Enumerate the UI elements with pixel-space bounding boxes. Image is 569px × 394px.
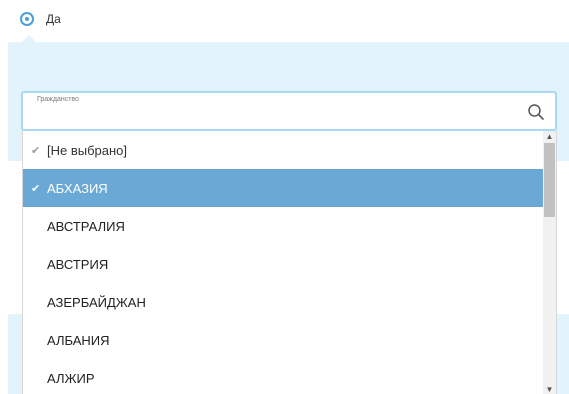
list-item[interactable]: АЛЖИР [23,359,544,394]
list-item[interactable]: АВСТРИЯ [23,245,544,283]
search-icon[interactable] [527,103,545,121]
list-item[interactable]: ✔ АБХАЗИЯ [23,169,544,207]
radio-yes[interactable]: Да [20,9,61,29]
option-label: АЛЖИР [47,370,95,386]
citizenship-field[interactable]: Гражданство [21,91,557,131]
option-label: АБХАЗИЯ [47,180,108,196]
option-label: АВСТРАЛИЯ [47,218,125,234]
scroll-down-icon[interactable]: ▼ [543,385,556,394]
option-label: [Не выбрано] [47,142,128,158]
citizenship-dropdown-list[interactable]: ✔ [Не выбрано] ✔ АБХАЗИЯ АВСТРАЛИЯ АВСТР… [22,131,557,394]
option-label: АЗЕРБАЙДЖАН [47,294,146,310]
citizenship-search-input[interactable] [35,111,519,129]
list-item[interactable]: АВСТРАЛИЯ [23,207,544,245]
panel-pointer [22,35,36,42]
list-item[interactable]: ✔ [Не выбрано] [23,131,544,169]
option-label: АЛБАНИЯ [47,332,110,348]
check-icon: ✔ [31,182,41,195]
option-label: АВСТРИЯ [47,256,109,272]
radio-label: Да [46,12,61,26]
list-item[interactable]: АЗЕРБАЙДЖАН [23,283,544,321]
citizenship-label: Гражданство [37,96,79,103]
list-item[interactable]: АЛБАНИЯ [23,321,544,359]
scroll-thumb[interactable] [544,143,555,217]
radio-button[interactable] [20,12,34,26]
check-icon: ✔ [31,144,41,157]
dropdown-scrollbar[interactable]: ▲ ▼ [543,131,556,394]
scroll-up-icon[interactable]: ▲ [543,131,556,142]
